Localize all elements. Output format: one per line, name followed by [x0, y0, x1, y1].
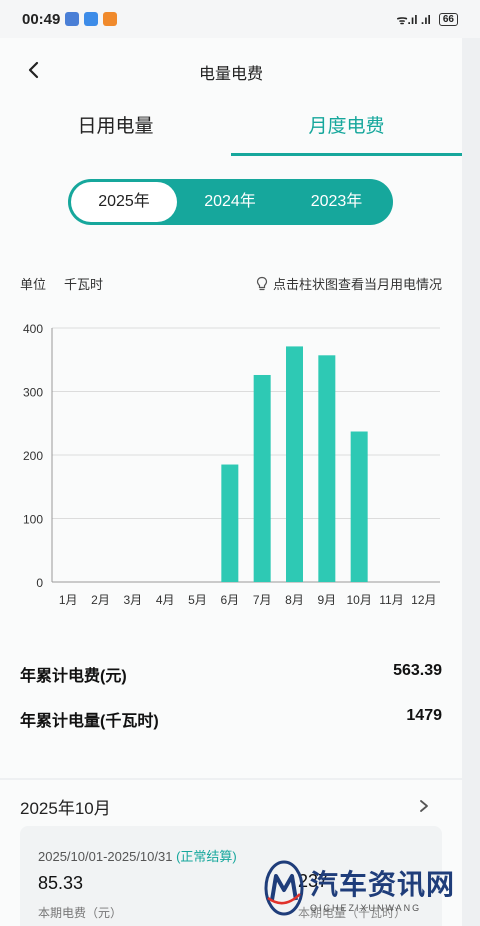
x-tick-label: 2月 [91, 593, 110, 607]
annual-usage-row: 年累计电量(千瓦时) 1479 [20, 707, 442, 731]
y-tick-label: 400 [23, 322, 43, 336]
bar-8[interactable] [286, 346, 303, 582]
tab-daily-usage[interactable]: 日用电量 [0, 110, 231, 156]
status-time: 00:49 [22, 10, 61, 28]
annual-fee-label: 年累计电费(元) [20, 668, 127, 685]
month-title: 2025年10月 [20, 799, 111, 818]
x-tick-label: 1月 [59, 593, 78, 607]
x-tick-label: 6月 [220, 593, 239, 607]
x-tick-label: 10月 [346, 593, 371, 607]
app-notification-icon [65, 12, 80, 26]
bar-7[interactable] [253, 374, 271, 582]
bill-period-dates: 2025/10/01-2025/10/31 [38, 849, 173, 864]
page-content: 电量电费 日用电量 月度电费 2025年 2024年 2023年 单位 千瓦时 … [0, 38, 462, 778]
status-bar: 00:49 ᯤ.ıl .ıl 66 [0, 0, 480, 38]
bar-10[interactable] [350, 431, 368, 582]
watermark-logo-icon [264, 860, 304, 916]
chart-hint: 点击柱状图查看当月用电情况 [255, 274, 442, 293]
annual-usage-label: 年累计电量(千瓦时) [20, 713, 159, 730]
x-tick-label: 7月 [253, 593, 272, 607]
bill-status: (正常结算) [176, 849, 237, 864]
year-2025-button[interactable]: 2025年 [71, 182, 177, 222]
tab-bar: 日用电量 月度电费 [0, 110, 462, 156]
bill-amount-label: 本期电费（元） [38, 906, 123, 920]
y-tick-label: 100 [23, 513, 43, 527]
bar-9[interactable] [318, 355, 336, 582]
year-2024-button[interactable]: 2024年 [177, 182, 283, 222]
bill-amount: 85.33 [38, 873, 84, 893]
status-indicators: ᯤ.ıl .ıl 66 [397, 11, 458, 28]
watermark-sub: QICHEZIXUNWANG [310, 903, 422, 913]
signal-icon: ᯤ.ıl .ıl [396, 12, 431, 27]
active-tab-indicator [231, 153, 462, 156]
watermark-text: 汽车资讯网 QICHEZIXUNWANG [310, 863, 455, 913]
x-tick-label: 4月 [156, 593, 175, 607]
year-2023-button[interactable]: 2023年 [283, 182, 390, 222]
x-tick-label: 5月 [188, 593, 207, 607]
x-tick-label: 12月 [411, 593, 436, 607]
unit-row: 单位 千瓦时 点击柱状图查看当月用电情况 [20, 274, 442, 293]
x-tick-label: 8月 [285, 593, 304, 607]
bill-period: 2025/10/01-2025/10/31 (正常结算) [38, 846, 237, 865]
y-tick-label: 300 [23, 386, 43, 400]
battery-icon: 66 [438, 12, 458, 26]
unit-value: 千瓦时 [64, 277, 104, 292]
x-tick-label: 3月 [123, 593, 142, 607]
chevron-right-icon[interactable] [416, 796, 432, 816]
app-notification-icon [103, 12, 118, 26]
lightbulb-icon [256, 276, 268, 290]
unit-label: 单位 [20, 277, 47, 292]
y-tick-label: 200 [23, 449, 43, 463]
nav-bar: 电量电费 [0, 48, 462, 92]
bar-6[interactable] [221, 464, 239, 582]
chart-hint-text: 点击柱状图查看当月用电情况 [272, 277, 442, 292]
monthly-usage-bar-chart: 0 100 200 300 400 1月 2月 3月 4月 5月 6月 7月 8月 9月 10月 11月 12月 [23, 322, 440, 607]
watermark: 汽车资讯网 QICHEZIXUNWANG [262, 858, 455, 918]
watermark-main: 汽车资讯网 [310, 869, 456, 900]
annual-fee-row: 年累计电费(元) 563.39 [20, 662, 442, 686]
tab-monthly-fee[interactable]: 月度电费 [231, 110, 462, 156]
x-tick-label: 11月 [379, 593, 403, 607]
y-tick-label: 0 [36, 576, 43, 590]
app-notification-icon [84, 12, 99, 26]
annual-usage-value: 1479 [406, 707, 442, 724]
annual-fee-value: 563.39 [393, 662, 442, 679]
x-tick-label: 9月 [317, 593, 336, 607]
year-switch: 2025年 2024年 2023年 [68, 179, 393, 225]
page-title: 电量电费 [198, 66, 263, 83]
